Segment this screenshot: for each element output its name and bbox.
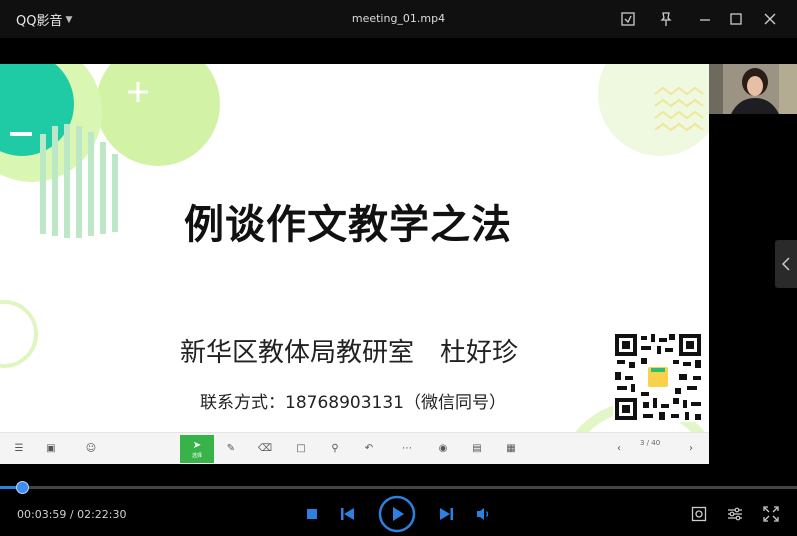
avatar-tool: ☺ [74, 435, 108, 463]
time-readout: 00:03:59 / 02:22:30 [17, 508, 127, 521]
fullscreen-icon [763, 506, 779, 522]
presenter-video [709, 64, 797, 114]
stop-icon [307, 509, 317, 519]
play-icon [378, 495, 416, 533]
maximize-button[interactable] [727, 10, 745, 28]
more-tool: ⋯ [390, 435, 424, 463]
board-icon: ▣ [46, 443, 56, 454]
webcam-overlay [709, 64, 797, 114]
slide-contact: 联系方式：18768903131（微信同号） [200, 393, 506, 413]
cursor-icon: ➤ [192, 439, 202, 451]
document-tool: ▦ [494, 435, 528, 463]
undo-icon: ↶ [364, 443, 374, 454]
page-indicator: 3 / 40 [640, 439, 661, 447]
video-frame[interactable]: 例谈作文教学之法 新华区教体局教研室 杜好珍 联系方式：18768903131（… [0, 64, 709, 464]
pen-icon: ✎ [226, 443, 236, 454]
search-icon: ⚲ [331, 443, 339, 454]
select-tool-label: 选择 [191, 452, 202, 459]
avatar-icon: ☺ [85, 443, 97, 454]
side-panel-toggle[interactable] [775, 240, 797, 288]
board-tool: ▣ [34, 435, 68, 463]
record-icon: ◉ [438, 443, 448, 454]
insert-icon: □ [296, 443, 306, 454]
maximize-icon [730, 13, 742, 25]
document-icon: ▦ [506, 443, 516, 454]
display-tool: ▤ [460, 435, 494, 463]
prev-slide-tool: ‹ [602, 435, 636, 463]
snapshot-icon [691, 506, 707, 522]
pin-button[interactable] [657, 10, 675, 28]
eraser-icon: ⌫ [257, 443, 273, 454]
chevron-left-icon: ‹ [617, 443, 621, 454]
title-bar: QQ影音 ▼ meeting_01.mp4 [0, 0, 797, 38]
menu-icon: ☰ [14, 443, 24, 454]
settings-button[interactable] [725, 505, 745, 523]
play-button[interactable] [378, 495, 416, 533]
next-button[interactable] [436, 505, 456, 523]
record-tool: ◉ [426, 435, 460, 463]
close-button[interactable] [761, 10, 779, 28]
display-icon: ▤ [472, 443, 482, 454]
minimize-button[interactable] [696, 10, 714, 28]
screenshot-icon [621, 12, 635, 26]
screenshot-button[interactable] [619, 10, 637, 28]
pin-icon [660, 12, 672, 26]
previous-button[interactable] [338, 505, 358, 523]
undo-tool: ↶ [352, 435, 386, 463]
menu-tool: ☰ [2, 435, 36, 463]
insert-tool: □ [284, 435, 318, 463]
slide-subtitle: 新华区教体局教研室 杜好珍 [180, 338, 519, 368]
close-icon [764, 13, 776, 25]
volume-button[interactable] [474, 505, 494, 523]
pen-tool: ✎ [214, 435, 248, 463]
stop-button[interactable] [303, 505, 321, 523]
equalizer-icon [728, 507, 742, 521]
search-tool: ⚲ [318, 435, 352, 463]
presentation-toolbar: ☰ ▣ ☺ ➤ 选择 ✎ ⌫ □ ⚲ ↶ ⋯ ◉ ▤ ▦ ‹ 3 / 40 › [0, 432, 709, 464]
slide-title: 例谈作文教学之法 [184, 202, 512, 248]
seek-bar[interactable] [0, 481, 797, 494]
more-icon: ⋯ [402, 443, 412, 454]
file-title: meeting_01.mp4 [351, 12, 446, 25]
chevron-left-icon [782, 257, 790, 271]
previous-icon [341, 508, 354, 520]
fullscreen-button[interactable] [761, 505, 781, 523]
chevron-right-icon: › [689, 443, 693, 454]
select-tool: ➤ 选择 [180, 435, 214, 463]
next-slide-tool: › [674, 435, 708, 463]
qr-code [613, 332, 703, 422]
eraser-tool: ⌫ [248, 435, 282, 463]
minimize-icon [700, 19, 710, 21]
next-icon [440, 508, 453, 520]
seek-bar-handle[interactable] [16, 481, 29, 494]
snapshot-button[interactable] [689, 505, 709, 523]
volume-icon [477, 508, 489, 520]
